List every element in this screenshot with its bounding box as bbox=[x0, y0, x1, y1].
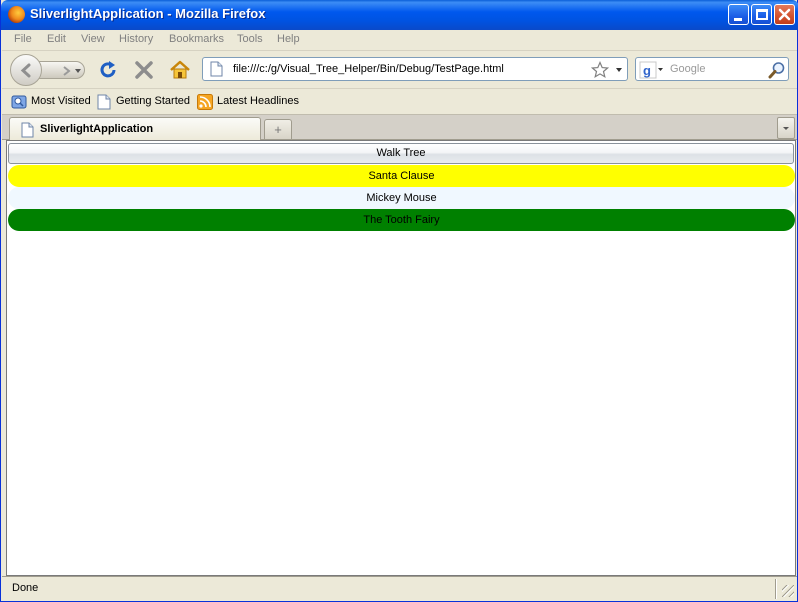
window-title: SliverlightApplication - Mozilla Firefox bbox=[30, 6, 266, 21]
maximize-button[interactable] bbox=[751, 4, 772, 25]
minimize-icon bbox=[734, 18, 742, 21]
url-bar[interactable]: file:///c:/g/Visual_Tree_Helper/Bin/Debu… bbox=[202, 57, 628, 81]
history-dropdown-icon bbox=[75, 69, 81, 73]
chevron-down-icon bbox=[783, 127, 789, 130]
home-icon[interactable] bbox=[169, 59, 191, 81]
back-button[interactable] bbox=[10, 54, 42, 86]
browser-window: SliverlightApplication - Mozilla Firefox… bbox=[0, 0, 798, 602]
forward-arrow-icon bbox=[63, 66, 71, 76]
stop-icon[interactable] bbox=[133, 59, 155, 81]
forward-button[interactable] bbox=[37, 61, 85, 79]
tab-list-button[interactable] bbox=[777, 117, 795, 139]
list-item: Mickey Mouse bbox=[8, 187, 795, 209]
minimize-button[interactable] bbox=[728, 4, 749, 25]
close-icon bbox=[778, 8, 791, 21]
magnifier-icon[interactable] bbox=[768, 61, 786, 79]
new-tab-button[interactable]: + bbox=[264, 119, 292, 139]
back-forward-group bbox=[10, 54, 88, 86]
menu-tools[interactable]: Tools bbox=[237, 33, 263, 45]
status-text: Done bbox=[12, 582, 39, 594]
bookmark-label: Latest Headlines bbox=[217, 95, 299, 107]
firefox-logo-icon bbox=[8, 6, 25, 23]
menu-edit[interactable]: Edit bbox=[47, 33, 66, 45]
menu-view[interactable]: View bbox=[81, 33, 105, 45]
star-icon[interactable] bbox=[591, 61, 609, 79]
tab-label: SliverlightApplication bbox=[40, 123, 154, 135]
tab-strip: SliverlightApplication + bbox=[2, 114, 797, 141]
reload-icon[interactable] bbox=[97, 59, 119, 81]
google-icon[interactable]: g bbox=[639, 61, 665, 79]
url-dropdown-icon[interactable] bbox=[613, 61, 625, 79]
status-divider bbox=[775, 579, 777, 599]
page-icon bbox=[210, 61, 223, 77]
bookmark-label: Most Visited bbox=[31, 95, 91, 107]
walk-tree-button[interactable]: Walk Tree bbox=[8, 143, 794, 164]
page-icon bbox=[21, 122, 34, 138]
close-button[interactable] bbox=[774, 4, 795, 25]
title-bar[interactable]: SliverlightApplication - Mozilla Firefox bbox=[1, 0, 798, 30]
bookmarks-toolbar: Most Visited Getting Started Latest Head… bbox=[2, 88, 797, 114]
menu-help[interactable]: Help bbox=[277, 33, 300, 45]
rss-feed-icon bbox=[197, 94, 213, 110]
menu-history[interactable]: History bbox=[119, 33, 153, 45]
search-bar: g bbox=[635, 57, 789, 81]
navigation-toolbar: file:///c:/g/Visual_Tree_Helper/Bin/Debu… bbox=[2, 50, 797, 88]
url-text[interactable]: file:///c:/g/Visual_Tree_Helper/Bin/Debu… bbox=[233, 63, 504, 75]
svg-text:g: g bbox=[643, 63, 651, 78]
menu-file[interactable]: File bbox=[14, 33, 32, 45]
bookmark-label: Getting Started bbox=[116, 95, 190, 107]
page-content: Walk Tree Santa Clause Mickey Mouse The … bbox=[6, 140, 796, 576]
resize-grip[interactable] bbox=[782, 585, 794, 597]
maximize-icon bbox=[756, 9, 768, 20]
list-item: The Tooth Fairy bbox=[8, 209, 795, 231]
page-icon bbox=[97, 94, 111, 110]
most-visited-icon bbox=[11, 95, 27, 109]
back-arrow-icon bbox=[20, 63, 31, 78]
status-bar: Done bbox=[2, 576, 797, 600]
list-item: Santa Clause bbox=[8, 165, 795, 187]
tab-sliverlight-application[interactable]: SliverlightApplication bbox=[9, 117, 261, 141]
menu-bar: File Edit View History Bookmarks Tools H… bbox=[2, 30, 797, 50]
menu-bookmarks[interactable]: Bookmarks bbox=[169, 33, 224, 45]
search-input[interactable] bbox=[670, 60, 766, 78]
